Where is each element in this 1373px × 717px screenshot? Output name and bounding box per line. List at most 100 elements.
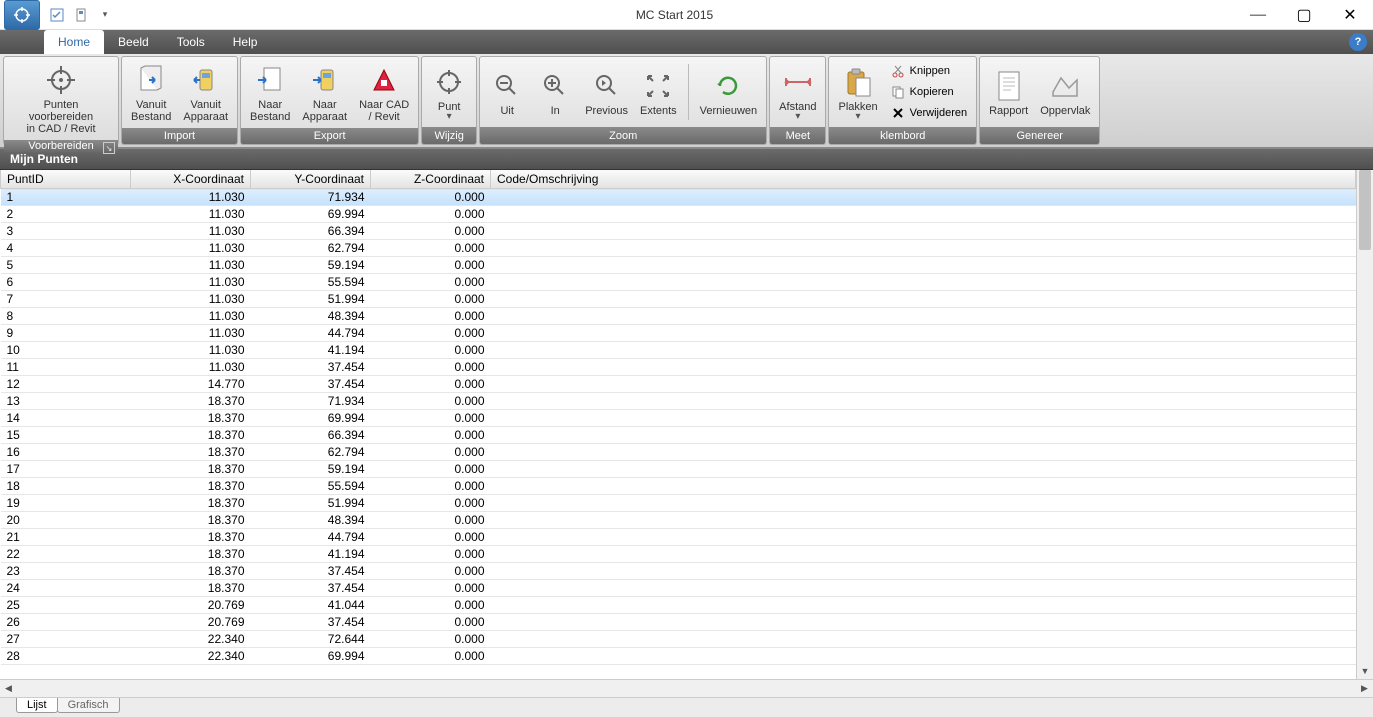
table-row[interactable]: 1918.37051.9940.000: [1, 495, 1356, 512]
zoom-in-button[interactable]: In: [532, 65, 578, 120]
cell-z: 0.000: [371, 189, 491, 206]
help-icon[interactable]: ?: [1349, 33, 1367, 51]
qat-item-1[interactable]: [48, 6, 66, 24]
table-row[interactable]: 2018.37048.3940.000: [1, 512, 1356, 529]
verwijderen-button[interactable]: Verwijderen: [885, 103, 972, 123]
scroll-right-icon[interactable]: ▶: [1356, 680, 1373, 697]
label: Oppervlak: [1040, 105, 1090, 117]
table-row[interactable]: 711.03051.9940.000: [1, 291, 1356, 308]
cell-z: 0.000: [371, 393, 491, 410]
naar-bestand-button[interactable]: Naar Bestand: [245, 59, 295, 126]
knippen-button[interactable]: Knippen: [885, 61, 972, 81]
table-row[interactable]: 1518.37066.3940.000: [1, 427, 1356, 444]
punt-button[interactable]: Punt ▾: [426, 61, 472, 124]
tab-home[interactable]: Home: [44, 30, 104, 54]
caption: Export: [241, 128, 418, 144]
cell-y: 62.794: [251, 444, 371, 461]
table-row[interactable]: 1318.37071.9340.000: [1, 393, 1356, 410]
table-row[interactable]: 2418.37037.4540.000: [1, 580, 1356, 597]
naar-cad-button[interactable]: Naar CAD / Revit: [354, 59, 414, 126]
cell-id: 3: [1, 223, 131, 240]
surface-icon: [1047, 68, 1083, 104]
kopieren-button[interactable]: Kopieren: [885, 82, 972, 102]
cell-code: [491, 444, 1356, 461]
vanuit-bestand-button[interactable]: Vanuit Bestand: [126, 59, 176, 126]
tab-help[interactable]: Help: [219, 30, 272, 54]
col-x[interactable]: X-Coordinaat: [131, 170, 251, 189]
naar-apparaat-button[interactable]: Naar Apparaat: [297, 59, 352, 126]
table-row[interactable]: 1718.37059.1940.000: [1, 461, 1356, 478]
label: Bestand: [131, 111, 171, 123]
table-row[interactable]: 111.03071.9340.000: [1, 189, 1356, 206]
file-import-icon: [133, 62, 169, 98]
cell-x: 11.030: [131, 359, 251, 376]
minimize-button[interactable]: —: [1235, 0, 1281, 30]
dialog-launcher-icon[interactable]: ↘: [103, 142, 115, 154]
col-y[interactable]: Y-Coordinaat: [251, 170, 371, 189]
app-icon[interactable]: [4, 0, 40, 30]
cell-code: [491, 359, 1356, 376]
point-icon: [431, 64, 467, 100]
cell-x: 18.370: [131, 495, 251, 512]
table-row[interactable]: 411.03062.7940.000: [1, 240, 1356, 257]
col-puntid[interactable]: PuntID: [1, 170, 131, 189]
close-button[interactable]: ✕: [1327, 0, 1373, 30]
cell-y: 37.454: [251, 614, 371, 631]
vernieuwen-button[interactable]: Vernieuwen: [695, 65, 763, 120]
cell-x: 18.370: [131, 478, 251, 495]
rapport-button[interactable]: Rapport: [984, 65, 1033, 120]
tab-lijst[interactable]: Lijst: [16, 698, 58, 713]
col-code[interactable]: Code/Omschrijving: [491, 170, 1356, 189]
table-row[interactable]: 1418.37069.9940.000: [1, 410, 1356, 427]
table-row[interactable]: 2318.37037.4540.000: [1, 563, 1356, 580]
table-row[interactable]: 311.03066.3940.000: [1, 223, 1356, 240]
table-row[interactable]: 811.03048.3940.000: [1, 308, 1356, 325]
table-row[interactable]: 2822.34069.9940.000: [1, 648, 1356, 665]
cell-code: [491, 563, 1356, 580]
cell-code: [491, 291, 1356, 308]
cell-y: 37.454: [251, 359, 371, 376]
zoom-previous-button[interactable]: Previous: [580, 65, 633, 120]
scroll-down-icon[interactable]: ▼: [1357, 662, 1373, 679]
table-row[interactable]: 2118.37044.7940.000: [1, 529, 1356, 546]
scroll-left-icon[interactable]: ◀: [0, 680, 17, 697]
table-row[interactable]: 2620.76937.4540.000: [1, 614, 1356, 631]
caption: klembord: [829, 127, 976, 144]
oppervlak-button[interactable]: Oppervlak: [1035, 65, 1095, 120]
table-row[interactable]: 211.03069.9940.000: [1, 206, 1356, 223]
cell-id: 9: [1, 325, 131, 342]
col-z[interactable]: Z-Coordinaat: [371, 170, 491, 189]
qat-item-2[interactable]: [72, 6, 90, 24]
zoom-uit-button[interactable]: Uit: [484, 65, 530, 120]
zoom-extents-button[interactable]: Extents: [635, 65, 682, 120]
table-row[interactable]: 2722.34072.6440.000: [1, 631, 1356, 648]
tab-beeld[interactable]: Beeld: [104, 30, 163, 54]
label: Vanuit: [136, 99, 166, 111]
vanuit-apparaat-button[interactable]: Vanuit Apparaat: [178, 59, 233, 126]
table-row[interactable]: 611.03055.5940.000: [1, 274, 1356, 291]
cell-z: 0.000: [371, 427, 491, 444]
table-row[interactable]: 1111.03037.4540.000: [1, 359, 1356, 376]
vertical-scrollbar[interactable]: ▼: [1356, 170, 1373, 679]
maximize-button[interactable]: ▢: [1281, 0, 1327, 30]
horizontal-scrollbar[interactable]: ◀ ▶: [0, 679, 1373, 697]
table-row[interactable]: 1011.03041.1940.000: [1, 342, 1356, 359]
tab-grafisch[interactable]: Grafisch: [57, 698, 120, 713]
table-row[interactable]: 911.03044.7940.000: [1, 325, 1356, 342]
table-row[interactable]: 1214.77037.4540.000: [1, 376, 1356, 393]
table-row[interactable]: 2520.76941.0440.000: [1, 597, 1356, 614]
punten-voorbereiden-button[interactable]: Punten voorbereiden in CAD / Revit: [8, 59, 114, 138]
plakken-button[interactable]: Plakken ▾: [833, 61, 882, 124]
scrollbar-thumb[interactable]: [1359, 170, 1371, 250]
table-row[interactable]: 1618.37062.7940.000: [1, 444, 1356, 461]
afstand-button[interactable]: Afstand ▾: [774, 61, 821, 124]
cell-code: [491, 257, 1356, 274]
label: Bestand: [250, 111, 290, 123]
label: Knippen: [910, 65, 950, 77]
table-row[interactable]: 1818.37055.5940.000: [1, 478, 1356, 495]
table-row[interactable]: 2218.37041.1940.000: [1, 546, 1356, 563]
tab-tools[interactable]: Tools: [163, 30, 219, 54]
table-row[interactable]: 511.03059.1940.000: [1, 257, 1356, 274]
qat-dropdown-icon[interactable]: ▾: [96, 6, 114, 24]
cell-code: [491, 223, 1356, 240]
